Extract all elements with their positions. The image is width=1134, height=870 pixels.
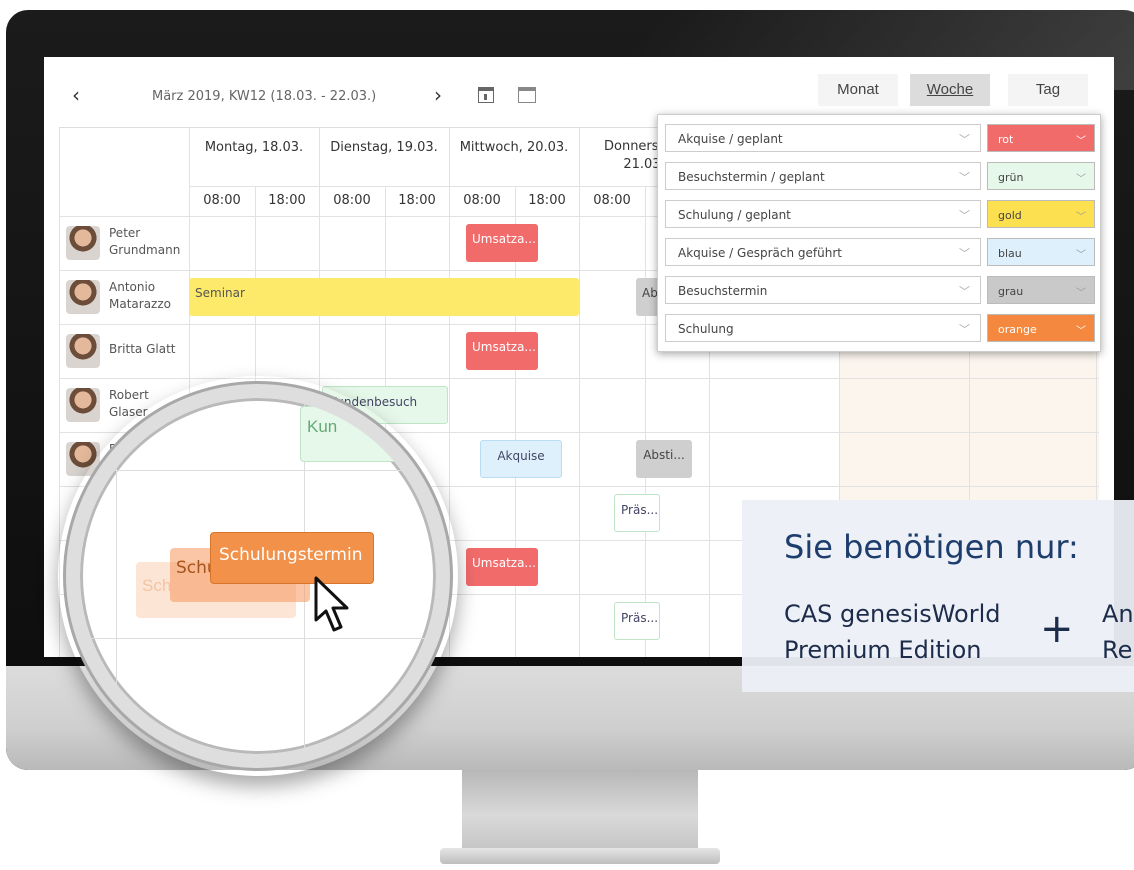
chevron-down-icon: ﹀	[1076, 250, 1086, 261]
previous-week-button[interactable]: ‹	[72, 83, 80, 107]
person-name: Britta Glatt	[109, 342, 176, 356]
category-select[interactable]: Akquise / Gespräch geführt ﹀	[665, 238, 981, 266]
info-box: Sie benötigen nur: CAS genesisWorld Prem…	[742, 500, 1134, 692]
day-header-wednesday[interactable]: Mittwoch, 20.03.	[449, 128, 579, 186]
color-select[interactable]: rot ﹀	[987, 124, 1095, 152]
appointment-umsatz[interactable]: Umsatza...	[466, 224, 538, 262]
monitor-foot	[440, 848, 720, 864]
monitor-stand	[462, 770, 698, 852]
appointment-akquise[interactable]: Akquise	[480, 440, 562, 478]
day-header-tuesday[interactable]: Dienstag, 19.03.	[319, 128, 449, 186]
product-left: CAS genesisWorld Premium Edition	[784, 596, 1000, 668]
color-mapping-row: Schulung ﹀ orange ﹀	[665, 312, 1095, 343]
ghost-label: Sch	[142, 576, 172, 595]
next-week-button[interactable]: ›	[434, 83, 442, 107]
chevron-down-icon: ﹀	[959, 133, 970, 146]
category-select[interactable]: Schulung ﹀	[665, 314, 981, 342]
chevron-down-icon: ﹀	[959, 247, 970, 260]
chevron-down-icon: ﹀	[1076, 174, 1086, 185]
date-picker-icon[interactable]	[518, 87, 536, 103]
category-label: Akquise / Gespräch geführt	[678, 246, 842, 260]
view-month-button[interactable]: Monat	[818, 74, 898, 106]
category-select[interactable]: Akquise / geplant ﹀	[665, 124, 981, 152]
mouse-pointer-icon	[314, 576, 349, 632]
person-name: Antonio Matarazzo	[109, 280, 171, 311]
chevron-down-icon: ﹀	[1076, 212, 1086, 223]
magnified-kundenbesuch: Kun	[300, 406, 410, 462]
color-select[interactable]: orange ﹀	[987, 314, 1095, 342]
appointment-umsatz[interactable]: Umsatza...	[466, 548, 538, 586]
color-label: blau	[998, 247, 1022, 260]
category-select[interactable]: Besuchstermin / geplant ﹀	[665, 162, 981, 190]
plus-icon: +	[1040, 606, 1074, 652]
category-label: Besuchstermin / geplant	[678, 170, 825, 184]
color-label: grau	[998, 285, 1024, 298]
chevron-down-icon: ﹀	[1076, 136, 1086, 147]
color-select[interactable]: gold ﹀	[987, 200, 1095, 228]
time-label: 08:00	[333, 193, 371, 208]
period-label: März 2019, KW12 (18.03. - 22.03.)	[152, 89, 377, 104]
time-label: 18:00	[268, 193, 306, 208]
appointment-seminar[interactable]: Seminar	[189, 278, 579, 316]
category-label: Besuchstermin	[678, 284, 768, 298]
resource-row-peter[interactable]: Peter Grundmann	[59, 216, 189, 270]
chevron-down-icon: ﹀	[959, 285, 970, 298]
appointment-praes[interactable]: Präs...	[614, 602, 660, 640]
product-left-line1: CAS genesisWorld	[784, 600, 1001, 628]
person-name: Peter Grundmann	[109, 226, 181, 257]
chevron-down-icon: ﹀	[959, 323, 970, 336]
category-select[interactable]: Schulung / geplant ﹀	[665, 200, 981, 228]
appointment-umsatz[interactable]: Umsatza...	[466, 332, 538, 370]
avatar	[66, 334, 100, 368]
avatar	[66, 388, 100, 422]
avatar	[66, 226, 100, 260]
category-label: Akquise / geplant	[678, 132, 783, 146]
appointment-praes[interactable]: Präs...	[614, 494, 660, 532]
time-label: 18:00	[398, 193, 436, 208]
color-mapping-panel: Akquise / geplant ﹀ rot ﹀ Besuchstermin / …	[657, 114, 1101, 352]
color-label: orange	[998, 323, 1037, 336]
product-right-line1: An	[1102, 600, 1134, 628]
product-left-line2: Premium Edition	[784, 636, 982, 664]
color-mapping-row: Schulung / geplant ﹀ gold ﹀	[665, 198, 1095, 229]
resource-row-antonio[interactable]: Antonio Matarazzo	[59, 270, 189, 324]
color-label: rot	[998, 133, 1014, 146]
time-label: 08:00	[203, 193, 241, 208]
category-label: Schulung	[678, 322, 734, 336]
time-label: 08:00	[593, 193, 631, 208]
time-label: 08:00	[463, 193, 501, 208]
info-title: Sie benötigen nur:	[784, 528, 1079, 566]
appointment-absti[interactable]: Absti...	[636, 440, 692, 478]
chevron-down-icon: ﹀	[1076, 288, 1086, 299]
color-mapping-row: Besuchstermin ﹀ grau ﹀	[665, 274, 1095, 305]
category-label: Schulung / geplant	[678, 208, 791, 222]
color-mapping-row: Akquise / geplant ﹀ rot ﹀	[665, 122, 1095, 153]
product-right-line2: Re	[1102, 636, 1133, 664]
chevron-down-icon: ﹀	[959, 209, 970, 222]
color-select[interactable]: grau ﹀	[987, 276, 1095, 304]
today-calendar-icon[interactable]	[478, 87, 494, 103]
chevron-down-icon: ﹀	[959, 171, 970, 184]
view-day-button[interactable]: Tag	[1008, 74, 1088, 106]
product-right: An Re	[1102, 596, 1134, 668]
color-mapping-row: Besuchstermin / geplant ﹀ grün ﹀	[665, 160, 1095, 191]
color-label: gold	[998, 209, 1022, 222]
day-header-monday[interactable]: Montag, 18.03.	[189, 128, 319, 186]
time-label: 18:00	[528, 193, 566, 208]
category-select[interactable]: Besuchstermin ﹀	[665, 276, 981, 304]
color-label: grün	[998, 171, 1024, 184]
color-select[interactable]: grün ﹀	[987, 162, 1095, 190]
magnifier-lens: Kun Sch Schu Schulungstermin	[66, 384, 450, 768]
resource-row-britta[interactable]: Britta Glatt	[59, 324, 189, 378]
chevron-down-icon: ﹀	[1076, 326, 1086, 337]
avatar	[66, 280, 100, 314]
color-select[interactable]: blau ﹀	[987, 238, 1095, 266]
view-week-button[interactable]: Woche	[910, 74, 990, 106]
color-mapping-row: Akquise / Gespräch geführt ﹀ blau ﹀	[665, 236, 1095, 267]
